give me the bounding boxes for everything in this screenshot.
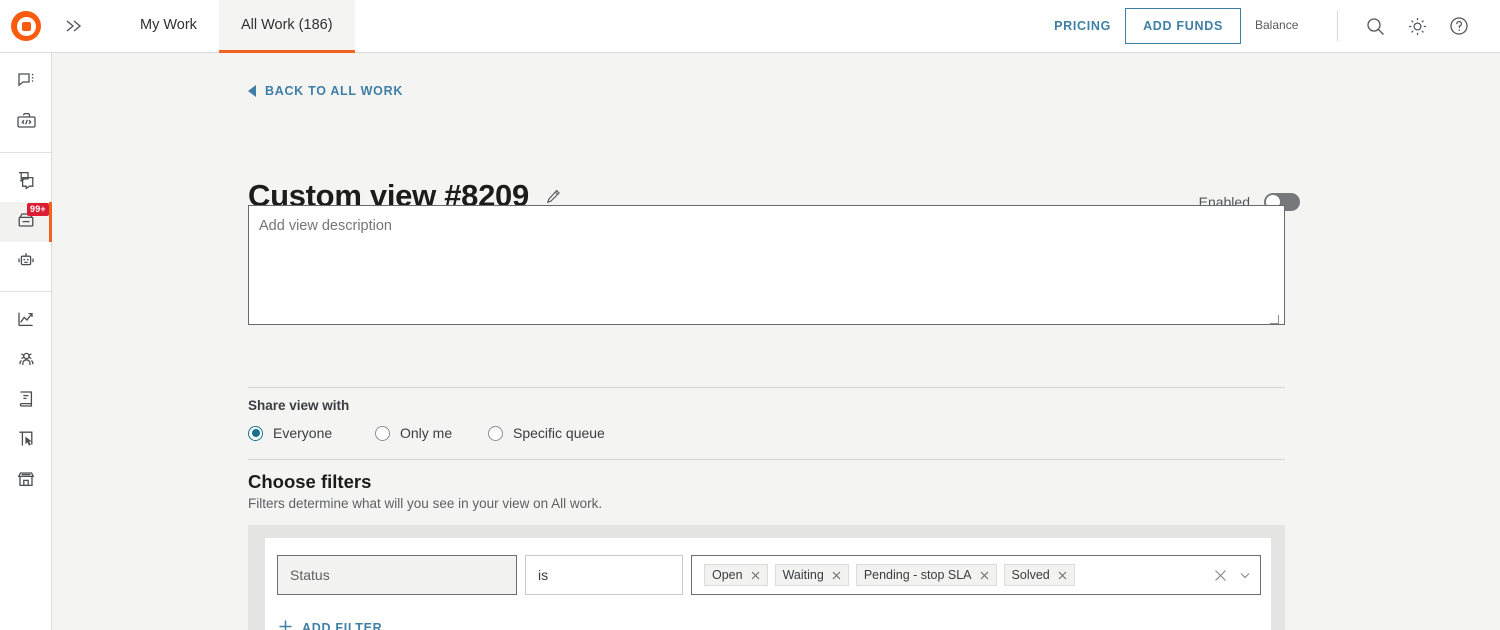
close-icon[interactable] — [1214, 569, 1227, 582]
filter-chip-pending-stop-sla-remove-icon[interactable] — [980, 571, 989, 580]
header-divider — [1337, 11, 1338, 41]
filter-chip-solved: Solved — [1003, 564, 1075, 586]
sidebar-item-developer[interactable] — [0, 103, 52, 143]
balance-label: Balance — [1255, 18, 1299, 33]
filter-chip-solved-remove-icon[interactable] — [1058, 571, 1067, 580]
sidebar-item-bot[interactable] — [0, 242, 52, 282]
filter-chip-waiting-remove-icon[interactable] — [832, 571, 841, 580]
radio-only-me-label: Only me — [400, 425, 453, 441]
tab-my-work-label: My Work — [140, 16, 197, 33]
chevron-down-icon[interactable] — [1238, 568, 1252, 582]
plus-icon — [278, 619, 293, 630]
filter-chip-waiting: Waiting — [774, 564, 849, 586]
back-link-label: BACK TO ALL WORK — [265, 84, 404, 98]
tab-all-work-label: All Work (186) — [240, 16, 333, 33]
filter-chip-waiting-label: Waiting — [782, 568, 824, 582]
main-tabs: My Work All Work (186) — [118, 0, 355, 53]
sidebar-item-analytics[interactable] — [0, 301, 52, 341]
choose-filters-heading: Choose filters — [248, 471, 372, 492]
share-view-radio-group: Everyone Only me Specific queue — [248, 425, 605, 441]
sidebar-item-tickets[interactable] — [0, 162, 52, 202]
filter-chip-pending-stop-sla: Pending - stop SLA — [855, 564, 997, 586]
left-sidebar-rail: 99+ — [0, 53, 52, 630]
filter-values-actions — [1214, 556, 1252, 594]
radio-specific-queue[interactable]: Specific queue — [488, 425, 605, 441]
back-arrow-icon — [248, 85, 256, 97]
inbox-badge: 99+ — [27, 203, 49, 216]
knowledge-base-icon — [16, 389, 36, 414]
main-content-area: BACK TO ALL WORK Custom view #8209 Enabl… — [52, 53, 1500, 630]
radio-everyone-label: Everyone — [273, 425, 333, 441]
chevron-double-right-icon[interactable] — [52, 0, 94, 53]
divider-above-share — [248, 387, 1285, 388]
bot-icon — [16, 250, 36, 275]
radio-only-me-indicator — [375, 425, 390, 441]
filter-chip-open: Open — [704, 564, 768, 586]
app-logo[interactable] — [0, 0, 52, 53]
radio-only-me[interactable]: Only me — [375, 425, 488, 441]
sidebar-item-team[interactable] — [0, 341, 52, 381]
filter-operator-value: is — [538, 567, 549, 583]
header-actions: PRICING ADD FUNDS Balance — [1040, 0, 1500, 53]
filter-field-value: Status — [290, 567, 330, 583]
divider-above-filters — [248, 459, 1285, 460]
sidebar-item-chat[interactable] — [0, 63, 52, 103]
filter-row: Status is Open Waiting Pending - stop SL… — [277, 555, 1261, 595]
add-filter-label: ADD FILTER — [302, 621, 383, 630]
filter-values-multiselect[interactable]: Open Waiting Pending - stop SLA Solved — [691, 555, 1261, 595]
sidebar-divider-2 — [0, 291, 51, 292]
automation-icon — [16, 429, 36, 454]
filter-chip-pending-stop-sla-label: Pending - stop SLA — [863, 568, 972, 582]
add-funds-button[interactable]: ADD FUNDS — [1125, 8, 1241, 44]
pricing-link[interactable]: PRICING — [1040, 19, 1125, 33]
marketplace-icon — [16, 469, 36, 494]
sidebar-item-knowledge-base[interactable] — [0, 381, 52, 421]
sidebar-item-inbox[interactable]: 99+ — [0, 202, 52, 242]
radio-specific-queue-indicator — [488, 425, 503, 441]
brightness-icon[interactable] — [1396, 0, 1438, 53]
tab-all-work[interactable]: All Work (186) — [218, 0, 355, 53]
search-icon[interactable] — [1354, 0, 1396, 53]
target-logo-icon — [11, 11, 41, 41]
tab-my-work[interactable]: My Work — [118, 0, 219, 53]
add-filter-button[interactable]: ADD FILTER — [278, 619, 382, 630]
top-header-bar: My Work All Work (186) PRICING ADD FUNDS… — [0, 0, 1500, 53]
sidebar-item-automation[interactable] — [0, 421, 52, 461]
filter-chip-solved-label: Solved — [1011, 568, 1050, 582]
filter-operator-select[interactable]: is — [525, 555, 683, 595]
pencil-icon[interactable] — [545, 188, 562, 205]
filter-field-select[interactable]: Status — [277, 555, 517, 595]
radio-specific-queue-label: Specific queue — [513, 425, 605, 441]
sidebar-item-marketplace[interactable] — [0, 461, 52, 501]
filter-chip-open-remove-icon[interactable] — [751, 571, 760, 580]
balance-block[interactable]: Balance — [1255, 0, 1327, 53]
share-view-label: Share view with — [248, 398, 350, 413]
team-icon — [16, 349, 37, 374]
tickets-icon — [16, 170, 36, 195]
choose-filters-subheading: Filters determine what will you see in y… — [248, 496, 603, 511]
description-input[interactable] — [248, 205, 1285, 325]
chat-icon — [16, 71, 36, 96]
help-icon[interactable] — [1438, 0, 1480, 53]
sidebar-divider — [0, 152, 51, 153]
filter-chip-open-label: Open — [712, 568, 743, 582]
back-to-all-work-link[interactable]: BACK TO ALL WORK — [248, 84, 403, 98]
radio-everyone-indicator — [248, 425, 263, 441]
developer-toolbox-icon — [16, 111, 37, 136]
radio-everyone[interactable]: Everyone — [248, 425, 375, 441]
analytics-icon — [16, 309, 36, 334]
